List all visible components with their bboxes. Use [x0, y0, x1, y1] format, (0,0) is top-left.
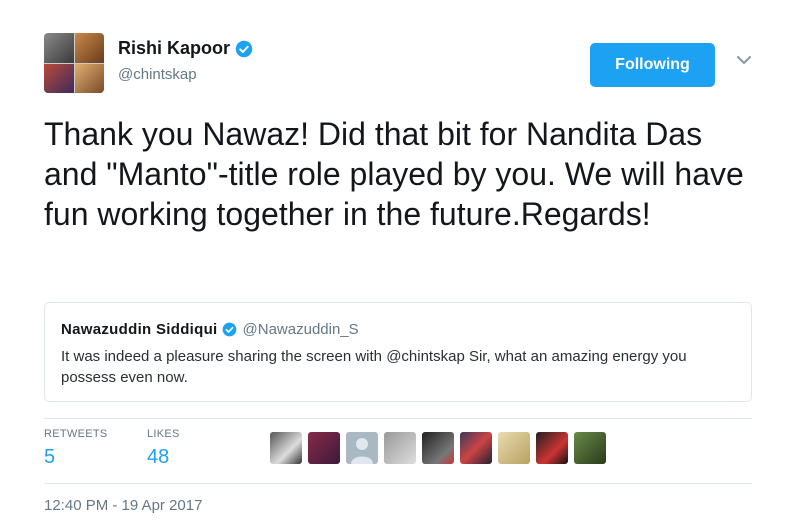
quoted-author-handle: @Nawazuddin_S: [242, 321, 359, 338]
retweets-stat[interactable]: RETWEETS 5: [44, 428, 108, 469]
chevron-down-icon[interactable]: [735, 54, 753, 66]
liker-avatar[interactable]: [574, 432, 606, 464]
avatar-quadrant: [74, 33, 104, 63]
avatar-quadrant: [74, 63, 104, 93]
liker-avatar-default[interactable]: [346, 432, 378, 464]
tweet-timestamp[interactable]: 12:40 PM - 19 Apr 2017: [44, 497, 202, 514]
likes-count[interactable]: 48: [147, 446, 180, 469]
author-handle[interactable]: @chintskap: [118, 66, 197, 83]
verified-badge-icon: [235, 40, 253, 57]
likes-stat[interactable]: LIKES 48: [147, 428, 180, 469]
retweets-count[interactable]: 5: [44, 446, 108, 469]
quoted-tweet-text: It was indeed a pleasure sharing the scr…: [61, 348, 687, 386]
liker-avatar[interactable]: [498, 432, 530, 464]
liker-avatars: [270, 432, 606, 464]
liker-avatar[interactable]: [536, 432, 568, 464]
likes-label: LIKES: [147, 428, 180, 440]
default-user-icon: [351, 438, 373, 464]
divider: [44, 418, 752, 419]
divider: [44, 483, 752, 484]
quoted-tweet-header: Nawazuddin Siddiqui @Nawazuddin_S: [61, 321, 359, 338]
author-name[interactable]: Rishi Kapoor: [118, 38, 230, 59]
tweet-text: Thank you Nawaz! Did that bit for Nandit…: [44, 116, 744, 232]
avatar-quadrant: [44, 33, 74, 63]
liker-avatar[interactable]: [270, 432, 302, 464]
liker-avatar[interactable]: [422, 432, 454, 464]
liker-avatar[interactable]: [384, 432, 416, 464]
quoted-tweet-card[interactable]: Nawazuddin Siddiqui @Nawazuddin_S It was…: [44, 302, 752, 402]
retweets-label: RETWEETS: [44, 428, 108, 440]
following-button[interactable]: Following: [590, 43, 715, 87]
author-avatar[interactable]: [44, 33, 104, 93]
author-name-row[interactable]: Rishi Kapoor: [118, 38, 253, 59]
verified-badge-icon: [222, 322, 236, 337]
liker-avatar[interactable]: [308, 432, 340, 464]
liker-avatar[interactable]: [460, 432, 492, 464]
quoted-author-name: Nawazuddin Siddiqui: [61, 321, 218, 338]
avatar-quadrant: [44, 63, 74, 93]
